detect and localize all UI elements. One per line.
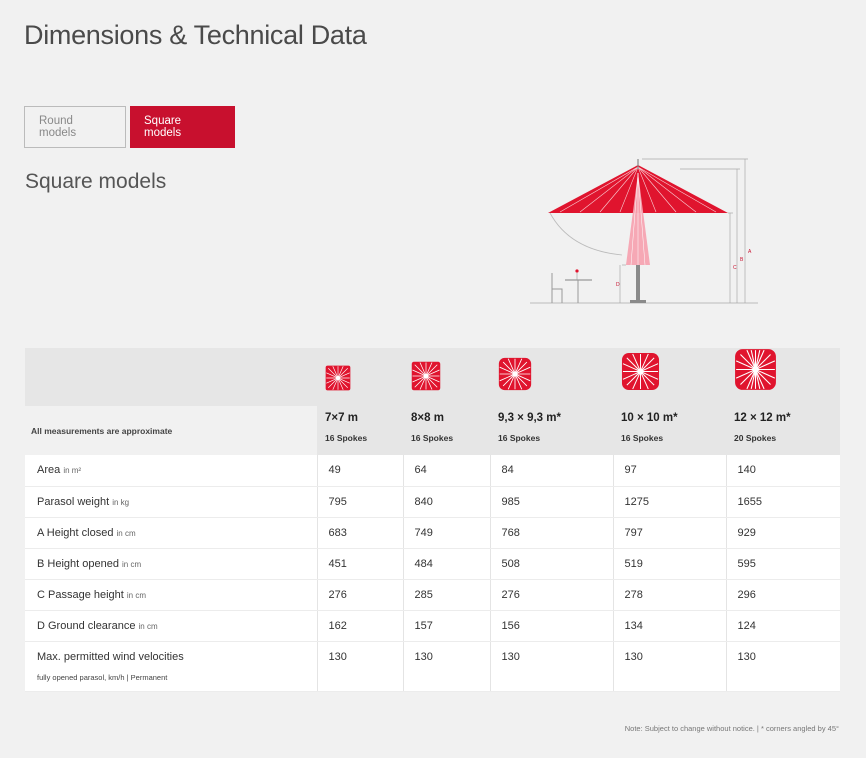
diagram-label-d: D	[616, 282, 620, 288]
row-label: D Ground clearance	[37, 619, 136, 632]
table-row-ground-clearance: D Ground clearance in cm 162 157 156 134…	[25, 610, 840, 642]
table-cell: 130	[726, 641, 840, 692]
table-header-labels: All measurements are approximate 7×7 m 16…	[25, 406, 840, 455]
table-cell: 64	[403, 455, 491, 487]
table-row-height-opened: B Height opened in cm 451 484 508 519 59…	[25, 548, 840, 580]
column-header: 8×8 m 16 Spokes	[403, 406, 490, 455]
table-cell: 451	[317, 548, 404, 580]
spokes-label: 16 Spokes	[411, 433, 454, 443]
table-cell: 519	[613, 548, 727, 580]
table-cell: 49	[317, 455, 404, 487]
table-cell: 156	[490, 610, 614, 642]
table-cell: 1275	[613, 486, 727, 518]
table-cell: 929	[726, 517, 840, 549]
spokes-label: 16 Spokes	[498, 433, 541, 443]
size-label: 7×7 m	[325, 412, 358, 424]
table-cell: 285	[403, 579, 491, 611]
table-cell: 157	[403, 610, 491, 642]
row-label: C Passage height	[37, 588, 124, 601]
table-row-passage-height: C Passage height in cm 276 285 276 278 2…	[25, 579, 840, 611]
spokes-label: 16 Spokes	[621, 433, 664, 443]
tab-square-models[interactable]: Square models	[130, 106, 235, 148]
umbrella-dimension-diagram: A B C D	[530, 158, 758, 304]
row-unit: in cm	[138, 621, 158, 631]
approx-note: All measurements are approximate	[25, 406, 317, 455]
tech-data-table: All measurements are approximate 7×7 m 16…	[25, 348, 840, 692]
table-cell: 768	[490, 517, 614, 549]
section-title: Square models	[25, 170, 167, 193]
row-label: Max. permitted wind velocities	[37, 650, 184, 663]
row-unit: in cm	[122, 559, 142, 569]
table-cell: 97	[613, 455, 727, 487]
table-cell: 134	[613, 610, 727, 642]
size-label: 8×8 m	[411, 412, 444, 424]
table-cell: 484	[403, 548, 491, 580]
table-header-icons	[25, 348, 840, 406]
table-cell: 296	[726, 579, 840, 611]
model-tabs: Round models Square models	[24, 106, 235, 148]
size-label: 12 × 12 m*	[734, 412, 791, 424]
table-cell: 124	[726, 610, 840, 642]
page-title: Dimensions & Technical Data	[24, 20, 367, 50]
table-cell: 162	[317, 610, 404, 642]
row-label: A Height closed	[37, 526, 114, 539]
table-row-area: Area in m² 49 64 84 97 140	[25, 455, 840, 487]
table-cell: 683	[317, 517, 404, 549]
table-cell: 508	[490, 548, 614, 580]
table-cell: 130	[317, 641, 404, 692]
column-header: 12 × 12 m* 20 Spokes	[726, 406, 840, 455]
row-unit: in cm	[116, 528, 136, 538]
square-umbrella-icon	[621, 352, 660, 391]
table-cell: 797	[613, 517, 727, 549]
square-umbrella-icon	[325, 365, 351, 391]
column-header: 7×7 m 16 Spokes	[317, 406, 403, 455]
table-row-weight: Parasol weight in kg 795 840 985 1275 16…	[25, 486, 840, 518]
table-cell: 84	[490, 455, 614, 487]
square-umbrella-icon	[411, 361, 441, 391]
diagram-label-c: C	[733, 265, 737, 271]
size-label: 10 × 10 m*	[621, 412, 678, 424]
size-label: 9,3 × 9,3 m*	[498, 412, 561, 424]
row-label: Area	[37, 464, 61, 476]
square-umbrella-icon	[498, 357, 532, 391]
diagram-label-b: B	[740, 257, 744, 263]
row-label: Parasol weight	[37, 495, 110, 508]
table-cell: 595	[726, 548, 840, 580]
table-cell: 130	[403, 641, 491, 692]
table-cell: 749	[403, 517, 491, 549]
table-cell: 130	[613, 641, 727, 692]
table-cell: 276	[490, 579, 614, 611]
table-cell: 795	[317, 486, 404, 518]
table-cell: 130	[490, 641, 614, 692]
table-row-wind-velocity: Max. permitted wind velocities fully open…	[25, 641, 840, 692]
table-cell: 1655	[726, 486, 840, 518]
square-umbrella-icon	[735, 349, 776, 390]
column-header: 9,3 × 9,3 m* 16 Spokes	[490, 406, 613, 455]
table-cell: 140	[726, 455, 840, 487]
diagram-label-a: A	[748, 249, 752, 255]
table-cell: 278	[613, 579, 727, 611]
footer-note: Note: Subject to change without notice. …	[624, 724, 839, 733]
tab-round-models[interactable]: Round models	[24, 106, 126, 148]
table-cell: 840	[403, 486, 491, 518]
row-label: B Height opened	[37, 557, 119, 570]
table-cell: 985	[490, 486, 614, 518]
table-row-height-closed: A Height closed in cm 683 749 768 797 92…	[25, 517, 840, 549]
spokes-label: 20 Spokes	[734, 433, 777, 443]
row-unit: in m²	[63, 466, 82, 475]
table-cell: 276	[317, 579, 404, 611]
row-unit: in kg	[112, 497, 130, 507]
row-unit: in cm	[126, 590, 147, 600]
row-sub-label: fully opened parasol, km/h | Permanent	[37, 672, 168, 682]
spokes-label: 16 Spokes	[325, 433, 368, 443]
column-header: 10 × 10 m* 16 Spokes	[613, 406, 726, 455]
